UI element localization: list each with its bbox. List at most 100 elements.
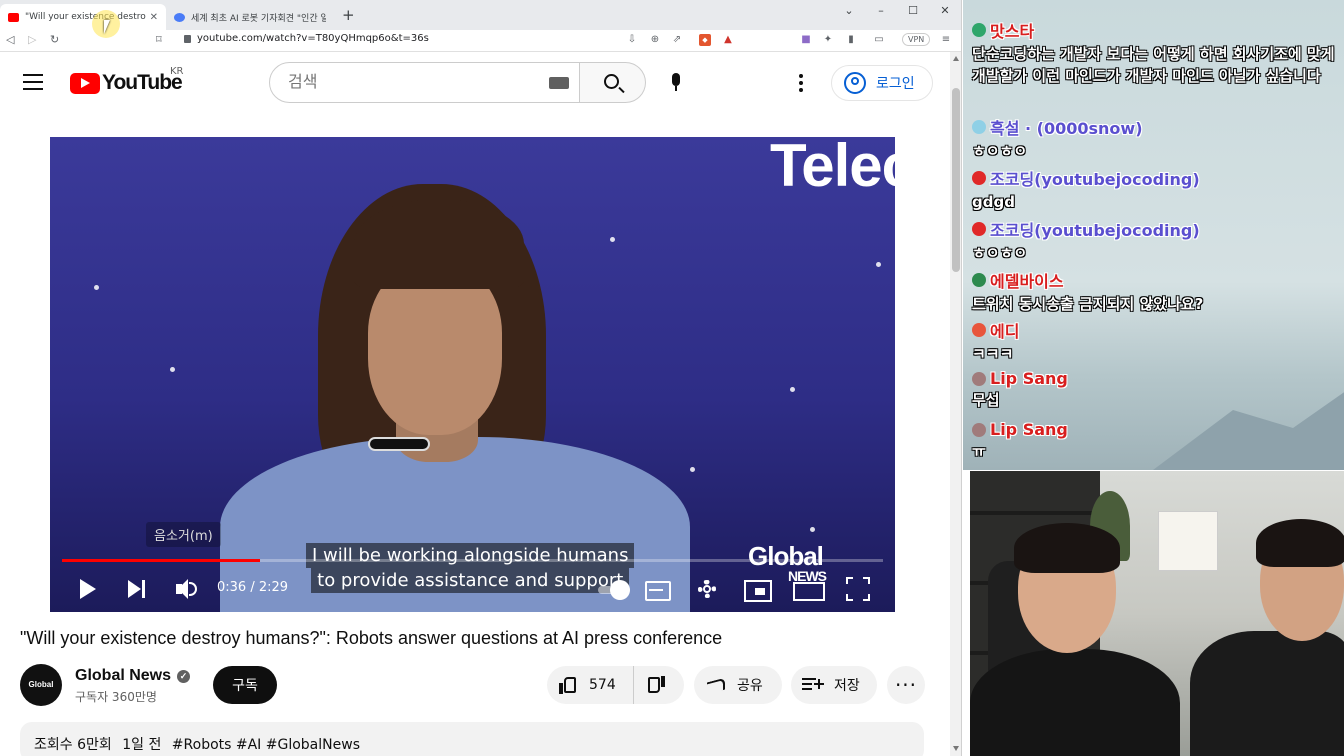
robot-device [368, 437, 430, 451]
extensions-puzzle-icon[interactable]: ✦ [822, 34, 834, 46]
streamer-1-hair [1014, 523, 1120, 573]
miniplayer-icon[interactable] [744, 577, 772, 602]
share-arrow-icon [707, 677, 727, 693]
save-button[interactable]: 저장 [791, 666, 877, 704]
scroll-down-icon[interactable] [953, 746, 959, 751]
share-label: 공유 [737, 678, 763, 694]
volume-icon[interactable] [174, 577, 198, 601]
more-actions-button[interactable]: ··· [887, 666, 925, 704]
search-button[interactable] [580, 62, 646, 103]
fullscreen-icon[interactable] [846, 577, 870, 601]
play-icon[interactable] [78, 577, 102, 601]
like-button[interactable]: 574 [547, 666, 634, 704]
chat-username: 에디 [972, 318, 1338, 342]
address-bar[interactable]: youtube.com/watch?v=T80yQHmqp6o&t=36s [184, 33, 429, 44]
tab-youtube-video[interactable]: "Will your existence destroy hum ✕ [0, 4, 166, 30]
back-arrow-icon[interactable]: ◁ [6, 33, 14, 46]
channel-avatar[interactable]: Global NEWS [20, 664, 62, 731]
scroll-up-icon[interactable] [953, 56, 959, 61]
hashtags[interactable]: #Robots #AI #GlobalNews [172, 737, 360, 753]
bookmark-icon[interactable]: ⌑ [156, 33, 162, 46]
like-count: 574 [589, 677, 616, 693]
chat-text: gdgd [972, 193, 1015, 211]
chat-badge-icon [972, 171, 986, 185]
caption-line-1: I will be working alongside humans [306, 543, 635, 568]
progress-bar[interactable] [62, 559, 883, 562]
desk-sign [1158, 511, 1218, 571]
minimize-button[interactable]: – [866, 4, 896, 17]
upload-date: 1일 전 [122, 737, 162, 753]
tab-close-icon[interactable]: ✕ [150, 12, 158, 23]
chat-username: 흑설 · (0000snow) [972, 115, 1338, 139]
theater-mode-icon[interactable] [793, 577, 825, 601]
mute-tooltip: 음소거(m) [146, 522, 221, 547]
robot-bangs [354, 199, 524, 289]
forward-arrow-icon[interactable]: ▷ [28, 33, 36, 46]
new-tab-button[interactable]: + [342, 6, 355, 24]
channel-name-link[interactable]: Global News ✓ [75, 667, 191, 685]
tab-news-article[interactable]: 세계 최초 AI 로봇 기자회견 "인간 일 [166, 4, 334, 30]
youtube-logo[interactable]: YouTube [70, 71, 183, 95]
chat-username-text: Lip Sang [990, 420, 1068, 439]
hamburger-menu-icon[interactable] [23, 74, 43, 90]
webcam-feed [970, 471, 1344, 756]
thumbs-down-icon [647, 676, 665, 694]
verified-badge-icon: ✓ [177, 669, 191, 683]
backdrop-text: Telec [770, 137, 895, 199]
share-button[interactable]: 공유 [694, 666, 782, 704]
thumbs-up-icon [559, 676, 577, 694]
search-input[interactable] [288, 72, 528, 91]
browser-menu-icon[interactable]: ≡ [940, 34, 952, 46]
vpn-button[interactable]: VPN [902, 33, 931, 46]
zoom-icon[interactable]: ⊕ [649, 34, 661, 46]
browser-toolbar: ◁ ▷ ↻ ⌑ youtube.com/watch?v=T80yQHmqp6o&… [0, 30, 961, 52]
chat-username: 에델바이스 [972, 268, 1338, 292]
chat-text: 단순코딩하는 개발자 보다는 어떻게 하면 회사기조에 맞게 개발할가 이런 마… [972, 45, 1335, 85]
time-display: 0:36 / 2:29 [217, 580, 289, 595]
youtube-favicon-icon [8, 12, 19, 22]
login-button[interactable]: 로그인 [831, 65, 933, 101]
page-scrollbar[interactable] [950, 52, 961, 756]
chat-badge-icon [972, 222, 986, 236]
close-window-button[interactable]: ✕ [930, 4, 960, 17]
settings-gear-icon[interactable] [695, 577, 719, 601]
video-title: "Will your existence destroy humans?": R… [20, 628, 723, 648]
tab-title: "Will your existence destroy hum [25, 12, 146, 22]
voice-search-icon[interactable] [669, 73, 683, 93]
chat-username: 맛스타 [972, 18, 1338, 42]
reload-icon[interactable]: ↻ [50, 33, 59, 46]
wallet-icon[interactable]: ▭ [873, 34, 885, 46]
chat-username-text: 에델바이스 [990, 272, 1064, 291]
brave-rewards-icon[interactable]: ▲ [722, 34, 734, 46]
autoplay-toggle-icon[interactable] [596, 577, 632, 601]
chat-text: ㅎㅇㅎㅇ [972, 142, 1028, 160]
brave-shield-icon[interactable]: ◆ [699, 34, 711, 46]
extension-icon[interactable]: ■ [800, 34, 812, 46]
player-controls: 0:36 / 2:29 [50, 567, 895, 612]
install-icon[interactable]: ⇩ [626, 34, 638, 46]
keyboard-icon[interactable] [549, 77, 569, 89]
tab-title: 세계 최초 AI 로봇 기자회견 "인간 일 [191, 13, 326, 24]
playlist-add-icon [802, 678, 824, 692]
url-text: youtube.com/watch?v=T80yQHmqp6o&t=36s [197, 33, 429, 44]
sidebar-icon[interactable]: ▮ [845, 34, 857, 46]
settings-kebab-icon[interactable] [796, 74, 806, 92]
next-video-icon[interactable] [126, 577, 150, 601]
tab-search-button[interactable]: ⌄ [834, 4, 864, 17]
chat-text: ㅋㅋㅋ [972, 345, 1014, 363]
stream-chat-overlay: 맛스타단순코딩하는 개발자 보다는 어떻게 하면 회사기조에 맞게 개발할가 이… [963, 0, 1344, 470]
chat-username: 조코딩(youtubejocoding) [972, 166, 1338, 190]
scrollbar-thumb[interactable] [952, 88, 960, 272]
share-page-icon[interactable]: ⇗ [671, 34, 683, 46]
dislike-button[interactable] [634, 666, 684, 704]
video-player[interactable]: Telec 음소거(m) I will be working alongside… [50, 137, 895, 612]
chat-message: 에델바이스 트위치 동시송출 금지되지 않았나요? [972, 268, 1338, 315]
subtitles-icon[interactable] [644, 577, 671, 601]
description-box[interactable]: 조회수 6만회 1일 전 #Robots #AI #GlobalNews [20, 722, 924, 756]
chat-badge-icon [972, 422, 986, 437]
youtube-play-logo-icon [70, 72, 100, 94]
maximize-button[interactable]: ☐ [898, 4, 928, 17]
subscribe-button[interactable]: 구독 [213, 666, 277, 704]
chat-username: Lip Sang [972, 420, 1338, 439]
progress-played [62, 559, 261, 562]
